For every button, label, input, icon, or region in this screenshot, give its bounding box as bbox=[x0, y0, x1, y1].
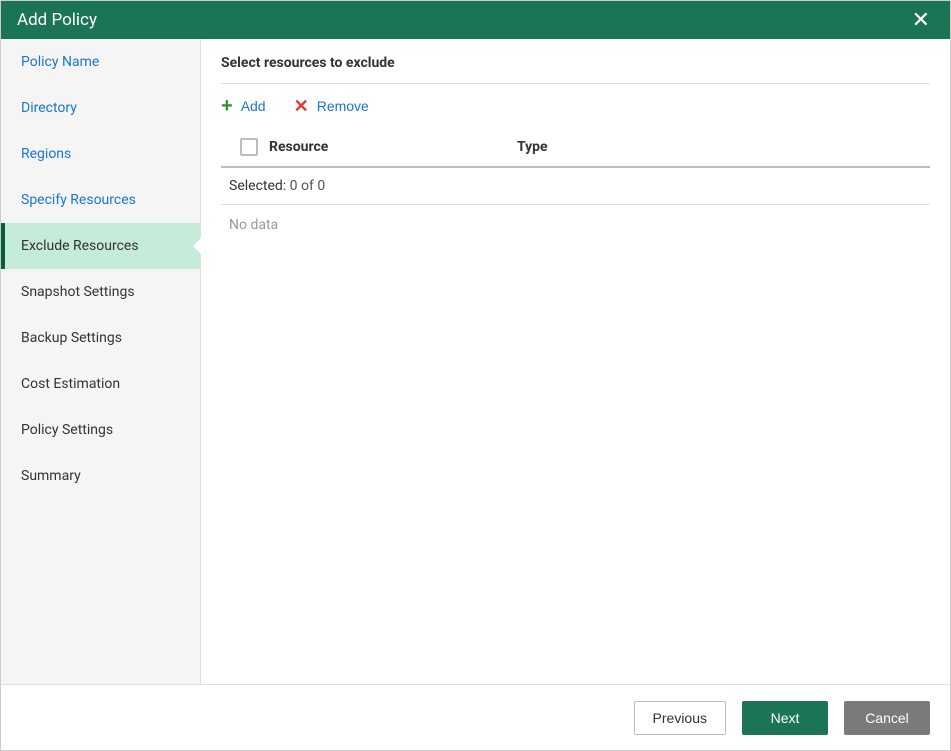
sidebar-item-label: Summary bbox=[21, 468, 81, 484]
page-title: Select resources to exclude bbox=[221, 55, 930, 84]
no-data-message: No data bbox=[221, 205, 930, 245]
main-panel: Select resources to exclude + Add ✕ Remo… bbox=[201, 39, 950, 684]
title-bar: Add Policy ✕ bbox=[1, 1, 950, 39]
sidebar-item-label: Snapshot Settings bbox=[21, 284, 135, 300]
toolbar: + Add ✕ Remove bbox=[221, 84, 930, 128]
resources-table: Resource Type Selected: 0 of 0 No data bbox=[221, 128, 930, 684]
sidebar-item-backup-settings[interactable]: Backup Settings bbox=[1, 315, 200, 361]
cancel-button[interactable]: Cancel bbox=[844, 701, 930, 735]
dialog-body: Policy Name Directory Regions Specify Re… bbox=[1, 39, 950, 684]
remove-button[interactable]: ✕ Remove bbox=[294, 96, 369, 116]
sidebar-item-label: Regions bbox=[21, 146, 71, 162]
sidebar-item-cost-estimation[interactable]: Cost Estimation bbox=[1, 361, 200, 407]
add-policy-dialog: Add Policy ✕ Policy Name Directory Regio… bbox=[0, 0, 951, 751]
sidebar-item-regions[interactable]: Regions bbox=[1, 131, 200, 177]
sidebar-item-label: Specify Resources bbox=[21, 192, 136, 208]
add-button-label: Add bbox=[241, 98, 266, 114]
sidebar-item-label: Policy Name bbox=[21, 54, 99, 70]
sidebar-item-directory[interactable]: Directory bbox=[1, 85, 200, 131]
column-header-type[interactable]: Type bbox=[517, 139, 922, 155]
previous-button[interactable]: Previous bbox=[634, 701, 726, 735]
sidebar-item-summary[interactable]: Summary bbox=[1, 453, 200, 499]
sidebar-item-label: Directory bbox=[21, 100, 77, 116]
dialog-title: Add Policy bbox=[17, 10, 97, 30]
sidebar-item-label: Exclude Resources bbox=[21, 238, 139, 254]
table-header: Resource Type bbox=[221, 128, 930, 168]
sidebar-item-snapshot-settings[interactable]: Snapshot Settings bbox=[1, 269, 200, 315]
selected-count-bar: Selected: 0 of 0 bbox=[221, 168, 930, 205]
next-button[interactable]: Next bbox=[742, 701, 828, 735]
dialog-footer: Previous Next Cancel bbox=[1, 684, 950, 750]
sidebar-item-label: Backup Settings bbox=[21, 330, 122, 346]
wizard-sidebar: Policy Name Directory Regions Specify Re… bbox=[1, 39, 201, 684]
select-all-cell bbox=[229, 138, 269, 156]
remove-button-label: Remove bbox=[317, 98, 369, 114]
sidebar-item-exclude-resources[interactable]: Exclude Resources bbox=[1, 223, 200, 269]
column-header-resource[interactable]: Resource bbox=[269, 139, 517, 155]
sidebar-item-policy-name[interactable]: Policy Name bbox=[1, 39, 200, 85]
sidebar-item-label: Cost Estimation bbox=[21, 376, 120, 392]
close-icon: ✕ bbox=[912, 7, 930, 32]
selected-label: Selected: bbox=[229, 178, 286, 194]
add-button[interactable]: + Add bbox=[221, 96, 266, 116]
close-button[interactable]: ✕ bbox=[904, 5, 938, 35]
select-all-checkbox[interactable] bbox=[240, 138, 258, 156]
sidebar-item-policy-settings[interactable]: Policy Settings bbox=[1, 407, 200, 453]
x-icon: ✕ bbox=[294, 97, 309, 115]
plus-icon: + bbox=[221, 96, 233, 116]
sidebar-item-specify-resources[interactable]: Specify Resources bbox=[1, 177, 200, 223]
sidebar-item-label: Policy Settings bbox=[21, 422, 113, 438]
selected-value: 0 of 0 bbox=[290, 178, 326, 194]
